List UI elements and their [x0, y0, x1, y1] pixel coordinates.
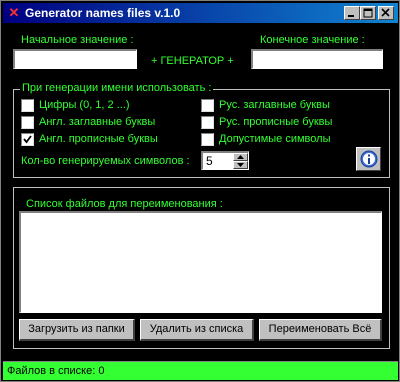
minimize-button[interactable] [344, 6, 360, 20]
window-title: Generator names files v.1.0 [25, 6, 181, 20]
main-window: ✕ Generator names files v.1.0 Начальное … [0, 0, 400, 382]
char-count-value[interactable]: 5 [206, 154, 213, 168]
checkbox-box[interactable] [201, 116, 214, 129]
info-button[interactable] [356, 147, 381, 171]
spinner-down-button[interactable] [233, 161, 248, 169]
spinner-buttons [233, 153, 248, 169]
title-bar[interactable]: ✕ Generator names files v.1.0 [3, 3, 398, 23]
arrow-down-icon [237, 163, 244, 167]
maximize-icon [363, 8, 373, 18]
checkbox-box[interactable] [201, 99, 214, 112]
checkbox-box[interactable] [21, 133, 34, 146]
app-icon[interactable]: ✕ [7, 6, 21, 20]
end-value-label: Конечное значение : [260, 34, 365, 46]
load-from-folder-button[interactable]: Загрузить из папки [19, 319, 135, 341]
maximize-button[interactable] [360, 6, 376, 20]
checkbox-label: Рус. заглавные буквы [219, 99, 330, 111]
checkbox-label: Англ. прописные буквы [39, 133, 158, 145]
checkbox-box[interactable] [201, 133, 214, 146]
generator-label: + ГЕНЕРАТОР + [151, 55, 234, 67]
char-count-spinner[interactable]: 5 [201, 151, 249, 170]
checkbox-box[interactable] [21, 116, 34, 129]
files-legend: Список файлов для переименования : [26, 198, 223, 210]
spinner-up-button[interactable] [233, 153, 248, 161]
file-list[interactable] [19, 211, 382, 313]
checkbox-label: Цифры (0, 1, 2 ...) [39, 99, 130, 111]
status-bar: Файлов в списке: 0 [3, 361, 398, 380]
info-icon [360, 150, 378, 168]
file-count-status: Файлов в списке: 0 [7, 365, 105, 377]
checkbox-box[interactable] [21, 99, 34, 112]
checkbox-label: Рус. прописные буквы [219, 116, 333, 128]
rename-all-button[interactable]: Переименовать Всё [259, 319, 382, 341]
arrow-up-icon [237, 155, 244, 159]
checkmark-icon [23, 135, 32, 144]
remove-from-list-button[interactable]: Удалить из списка [140, 319, 254, 341]
close-button[interactable] [378, 6, 394, 20]
close-icon [381, 8, 390, 17]
minimize-icon [348, 15, 354, 17]
start-value-label: Начальное значение : [21, 34, 134, 46]
checkbox-label: Допустимые символы [219, 133, 331, 145]
char-count-label: Кол-во генерируемых символов : [21, 155, 190, 167]
start-value-input[interactable] [13, 49, 137, 69]
checkbox-label: Англ. заглавные буквы [39, 116, 156, 128]
options-legend: При генерации имени использовать : [20, 82, 214, 94]
end-value-input[interactable] [251, 49, 383, 69]
